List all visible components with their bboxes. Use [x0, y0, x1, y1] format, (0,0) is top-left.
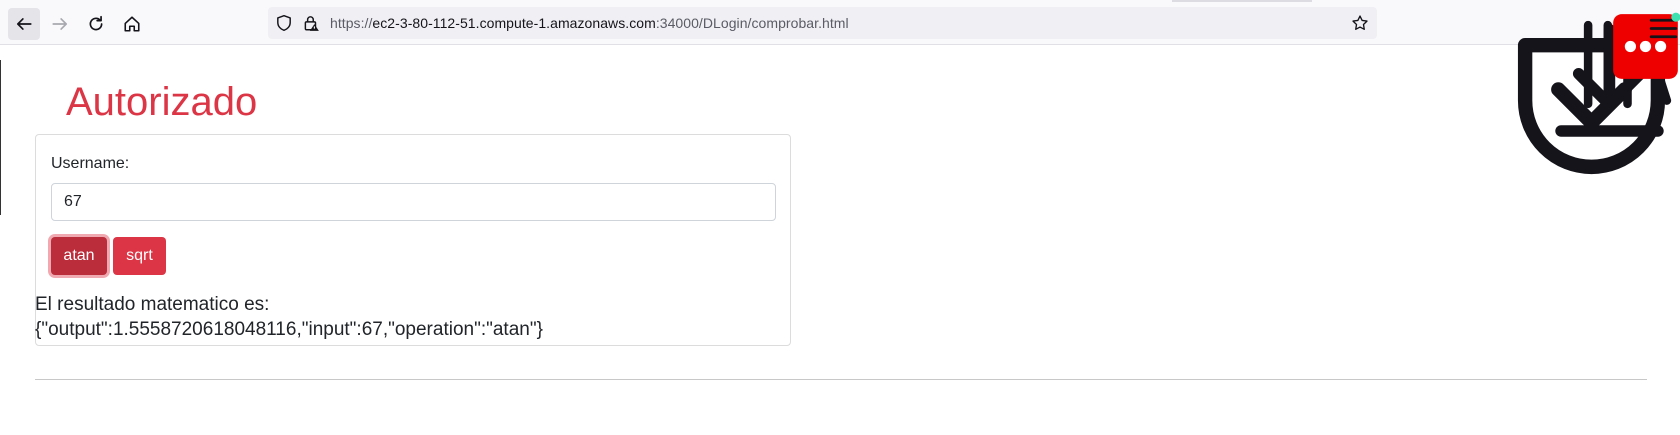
url-text[interactable]: https://ec2-3-80-112-51.compute-1.amazon… — [330, 15, 849, 31]
forward-button[interactable] — [44, 8, 76, 40]
reload-button[interactable] — [80, 8, 112, 40]
sqrt-button[interactable]: sqrt — [113, 237, 166, 275]
bookmark-star-icon[interactable] — [1351, 14, 1369, 32]
back-button[interactable] — [8, 8, 40, 40]
reload-icon — [89, 15, 103, 31]
url-scheme: https:// — [330, 15, 373, 31]
forward-arrow-icon — [52, 18, 68, 30]
url-host: ec2-3-80-112-51.compute-1.amazonaws.com — [372, 15, 656, 31]
result-block: El resultado matematico es: {"output":1.… — [35, 292, 543, 342]
horizontal-rule — [35, 379, 1647, 380]
page-edge-divider — [0, 60, 1, 215]
tab-strip-edge — [1172, 0, 1312, 2]
home-icon — [124, 16, 140, 32]
address-bar[interactable]: https://ec2-3-80-112-51.compute-1.amazon… — [268, 7, 1377, 39]
username-label: Username: — [51, 155, 130, 172]
url-path: :34000/DLogin/comprobar.html — [655, 15, 849, 31]
result-output: {"output":1.5558720618048116,"input":67,… — [35, 319, 543, 340]
atan-button[interactable]: atan — [51, 237, 107, 275]
back-arrow-icon — [16, 18, 32, 30]
result-label: El resultado matematico es: — [35, 294, 270, 315]
insecure-lock-icon[interactable] — [302, 14, 320, 32]
menu-icon[interactable] — [1647, 12, 1680, 45]
browser-toolbar: https://ec2-3-80-112-51.compute-1.amazon… — [0, 0, 1680, 174]
home-button[interactable] — [116, 8, 148, 40]
username-input[interactable]: 67 — [51, 183, 776, 221]
page-title: Autorizado — [66, 80, 258, 124]
tracking-shield-icon[interactable] — [275, 14, 293, 32]
